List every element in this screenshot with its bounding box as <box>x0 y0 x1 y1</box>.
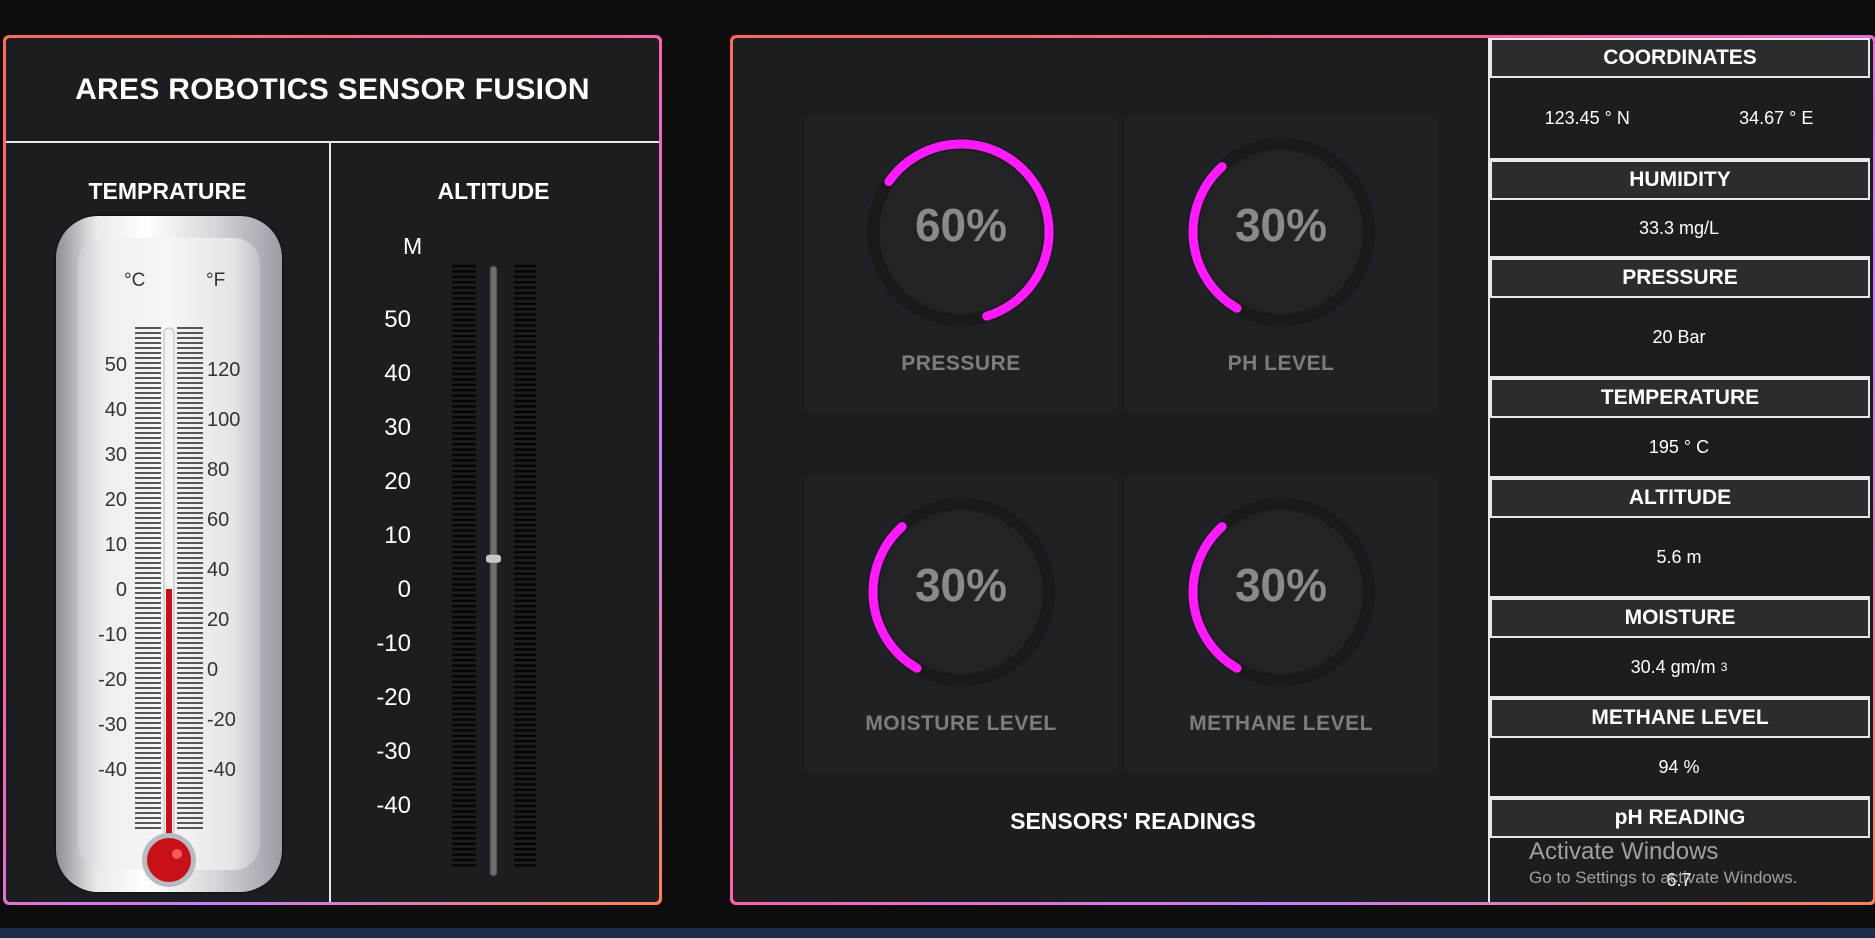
altitude-tick-label: 30 <box>384 414 411 441</box>
moisture-value-text: 30.4 gm/m <box>1630 656 1716 677</box>
coordinates-value: 123.45 ° N 34.67 ° E <box>1490 78 1868 158</box>
altitude-scale: M 50 40 30 20 10 0 -10 -20 -30 -40 <box>376 233 536 877</box>
watermark-subtitle: Go to Settings to activate Windows. <box>1529 868 1798 887</box>
moisture-value: 30.4 gm/m 3 <box>1490 638 1868 696</box>
altitude-unit: M <box>403 233 422 259</box>
gauge-card-moisture-level: 30% MOISTURE LEVEL <box>806 476 1116 772</box>
gauge-card-pressure: 60% PRESSURE <box>806 116 1116 412</box>
altitude-tick-label: 40 <box>384 360 411 387</box>
altitude-tick-label: -30 <box>376 738 411 765</box>
humidity-value: 33.3 mg/L <box>1638 217 1720 238</box>
moisture-superscript: 3 <box>1720 660 1728 674</box>
altitude-track <box>489 265 498 877</box>
gauge-label: METHANE LEVEL <box>1189 712 1373 735</box>
altitude-tick-label: -40 <box>376 792 411 819</box>
coordinates-header: COORDINATES <box>1490 38 1870 78</box>
altitude-tick-label: 10 <box>384 522 411 549</box>
taskbar <box>0 928 1875 938</box>
altitude-header: ALTITUDE <box>1490 478 1870 518</box>
left-panel: ARES ROBOTICS SENSOR FUSION TEMPRATURE °… <box>3 35 662 905</box>
latitude-value: 123.45 ° N <box>1544 107 1630 128</box>
altitude-tick-label: 20 <box>384 468 411 495</box>
gauge-label: MOISTURE LEVEL <box>865 712 1057 735</box>
temperature-value: 195 ° C <box>1648 436 1710 457</box>
sensors-title: SENSORS' READINGS <box>1010 808 1256 834</box>
longitude-value: 34.67 ° E <box>1739 107 1814 128</box>
gauge-label: PRESSURE <box>901 352 1021 375</box>
readings-table: COORDINATES 123.45 ° N 34.67 ° E HUMIDIT… <box>1488 38 1873 902</box>
activate-windows-watermark: Activate Windows Go to Settings to activ… <box>1529 838 1797 888</box>
gauge-value: 30% <box>914 559 1008 611</box>
gauge-value: 30% <box>1234 199 1328 251</box>
methane-value: 94 % <box>1658 756 1700 777</box>
altitude-tick-label: -20 <box>376 684 411 711</box>
altitude-tick-label: 50 <box>384 306 411 333</box>
pressure-header: PRESSURE <box>1490 258 1870 298</box>
gauge-value: 60% <box>914 199 1008 251</box>
temperature-header: TEMPERATURE <box>1490 378 1870 418</box>
altitude-tick-label: -10 <box>376 630 411 657</box>
watermark-title: Activate Windows <box>1529 838 1719 865</box>
gauge-card-ph-level: 30% PH LEVEL <box>1126 116 1436 412</box>
pressure-value: 20 Bar <box>1652 326 1706 347</box>
moisture-header: MOISTURE <box>1490 598 1870 638</box>
gauge-value: 30% <box>1234 559 1328 611</box>
altitude-value: 5.6 m <box>1656 546 1702 567</box>
ph-header: pH READING <box>1490 798 1870 838</box>
humidity-header: HUMIDITY <box>1490 160 1870 200</box>
gauge-card-methane-level: 30% METHANE LEVEL <box>1126 476 1436 772</box>
methane-header: METHANE LEVEL <box>1490 698 1870 738</box>
altitude-tick-label: 0 <box>398 576 411 603</box>
right-panel: 60% PRESSURE 30% PH LEVEL 30% MOISTURE LEVEL 3… <box>730 35 1875 905</box>
gauge-label: PH LEVEL <box>1227 352 1335 375</box>
altitude-slider-handle[interactable] <box>486 554 501 563</box>
